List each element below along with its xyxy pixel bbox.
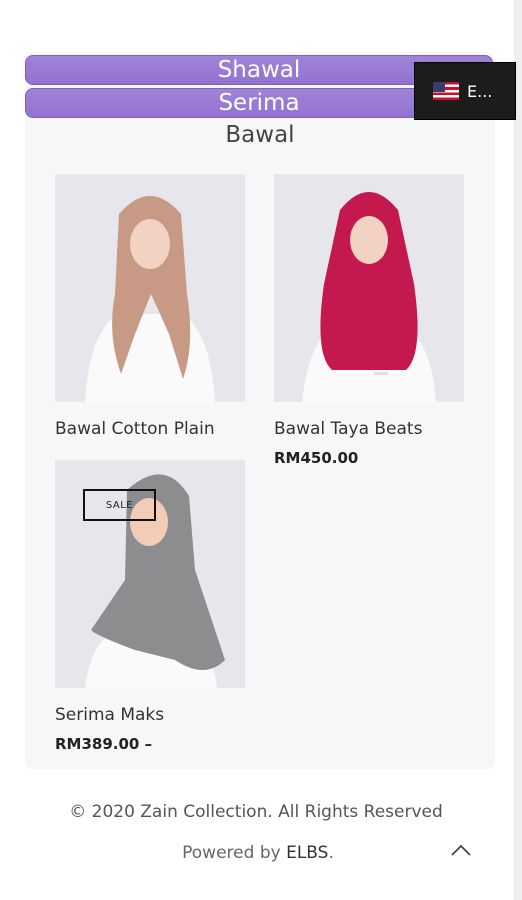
- product-image[interactable]: [55, 174, 245, 402]
- product-name[interactable]: Serima Maks: [55, 705, 247, 725]
- product-name[interactable]: Bawal Taya Beats: [274, 419, 466, 439]
- page-edge: [514, 0, 522, 900]
- product-image[interactable]: SALE: [55, 460, 245, 688]
- language-label: E...: [467, 81, 493, 101]
- sale-badge: SALE: [83, 489, 156, 521]
- product-image[interactable]: [274, 174, 464, 402]
- copyright-text: © 2020 Zain Collection. All Rights Reser…: [69, 802, 443, 822]
- product-price: RM450.00: [274, 449, 359, 467]
- language-switcher[interactable]: E...: [414, 62, 516, 120]
- powered-by-link[interactable]: ELBS: [286, 843, 328, 863]
- powered-by-suffix: .: [328, 843, 334, 863]
- chevron-up-icon[interactable]: [448, 838, 474, 864]
- category-title: Bawal: [225, 122, 295, 148]
- product-card[interactable]: Bawal Cotton Plain: [55, 174, 247, 439]
- powered-by: Powered by ELBS.: [0, 843, 516, 863]
- product-price: RM389.00 –: [55, 735, 153, 753]
- product-card[interactable]: SALE Serima Maks RM389.00 –: [55, 460, 247, 753]
- powered-by-prefix: Powered by: [182, 843, 287, 863]
- product-card[interactable]: Bawal Taya Beats RM450.00: [274, 174, 466, 467]
- product-name[interactable]: Bawal Cotton Plain: [55, 419, 247, 439]
- us-flag-icon: [433, 82, 459, 100]
